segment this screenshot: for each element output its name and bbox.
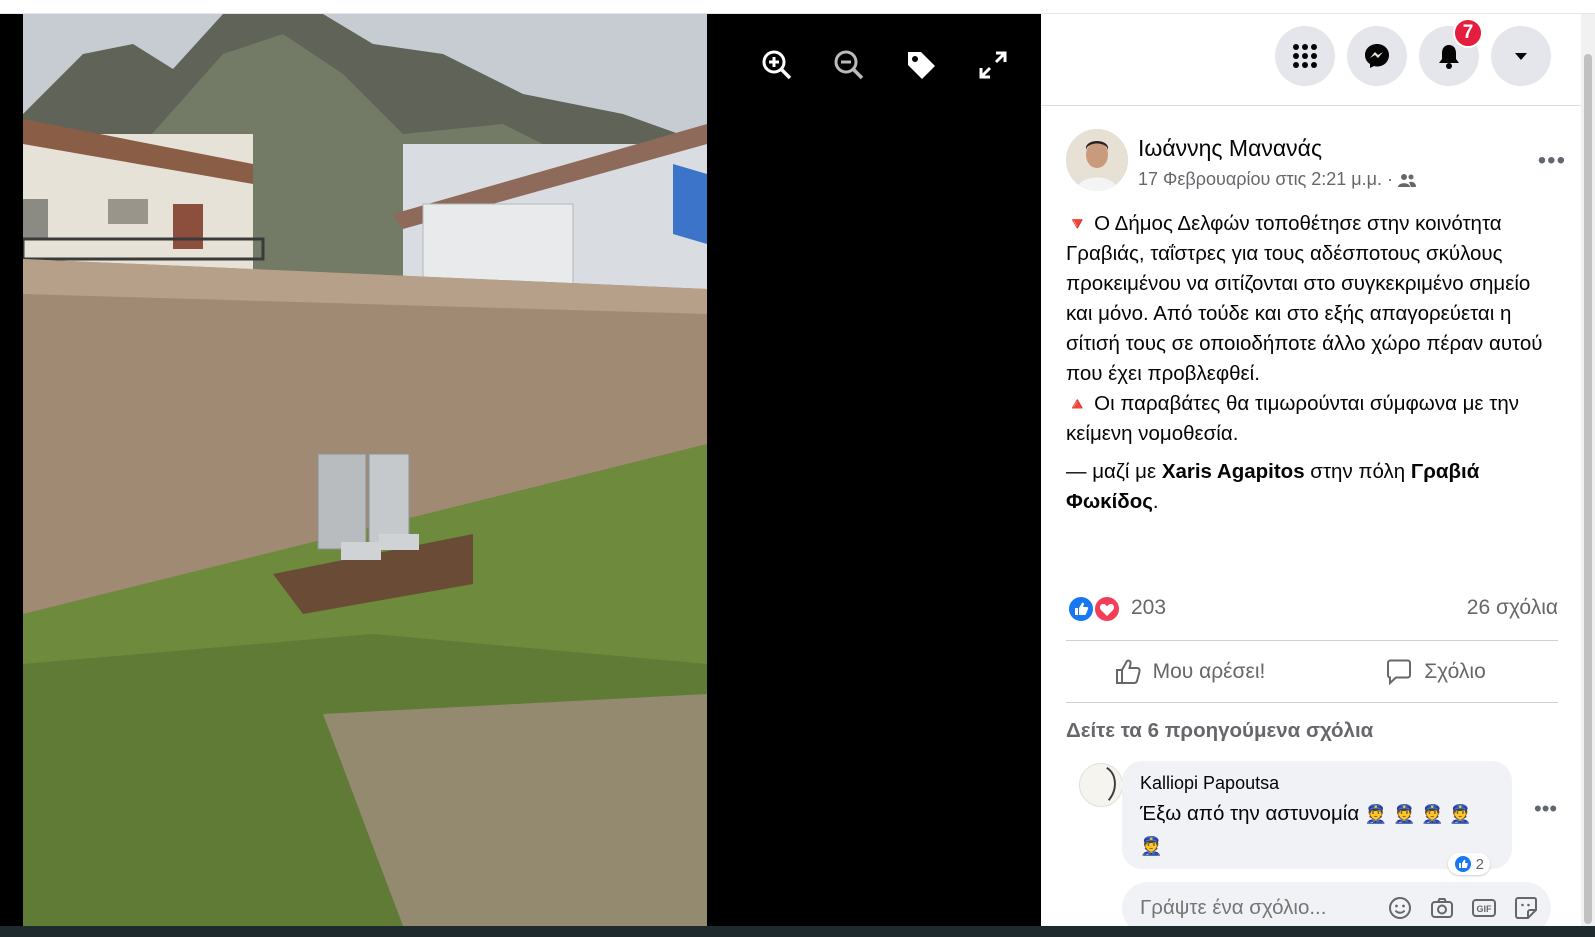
post-body: 🔻 Ο Δήμος Δελφών τοποθέτησε στην κοινότη…: [1066, 209, 1551, 517]
reaction-icons[interactable]: [1066, 594, 1126, 624]
post-actions: Μου αρέσει! Σχόλιο: [1066, 640, 1558, 703]
post-timestamp[interactable]: 17 Φεβρουαρίου στις 2:21 μ.μ. ·: [1138, 169, 1393, 190]
post-author[interactable]: Ιωάννης Μανανάς: [1138, 135, 1322, 162]
reaction-count[interactable]: 203: [1131, 596, 1166, 620]
post-meta: 17 Φεβρουαρίου στις 2:21 μ.μ. ·: [1138, 169, 1417, 190]
police-emoji: 👮: [1140, 836, 1163, 856]
caret-down-icon: [1515, 53, 1527, 60]
post-photo[interactable]: [23, 14, 707, 926]
post-panel: 7 Ιωάννης Μανανάς 17 Φεβρουαρίου στις 2:…: [1041, 14, 1581, 934]
tag-photo-button[interactable]: [904, 48, 938, 82]
browser-top-strip: [0, 0, 1595, 14]
comment-label: Σχόλιο: [1424, 659, 1486, 683]
zoom-in-icon: [762, 50, 792, 80]
photo-illustration: [23, 14, 707, 926]
comment-button[interactable]: Σχόλιο: [1312, 641, 1558, 702]
police-emoji: 👮: [1364, 804, 1388, 824]
photo-viewer: [0, 14, 1041, 926]
menu-button[interactable]: [1275, 26, 1335, 86]
comment-like-count: 2: [1475, 855, 1484, 873]
svg-text:GIF: GIF: [1477, 904, 1493, 914]
messenger-icon: [1365, 44, 1389, 68]
comment-more-button[interactable]: •••: [1534, 796, 1557, 822]
fullscreen-button[interactable]: [976, 48, 1010, 82]
red-triangle-down-icon: 🔻: [1066, 214, 1089, 234]
thumbs-up-icon: [1115, 659, 1141, 684]
sticker-button[interactable]: [1513, 895, 1539, 921]
tag-icon: [908, 52, 935, 79]
messenger-button[interactable]: [1347, 26, 1407, 86]
menu-grid-icon: [1293, 44, 1317, 68]
tagged-person-link[interactable]: Xaris Agapitos: [1162, 460, 1305, 483]
post-more-button[interactable]: •••: [1538, 147, 1566, 175]
emoji-button[interactable]: [1387, 895, 1413, 921]
friends-audience-icon: [1398, 173, 1417, 187]
commenter-avatar[interactable]: [1079, 763, 1123, 807]
like-reaction-icon: [1454, 856, 1471, 872]
post-paragraph-2: 🔺 Οι παραβάτες θα τιμωρούνται σύμφωνα με…: [1066, 392, 1520, 445]
author-avatar[interactable]: [1066, 129, 1128, 191]
like-label: Μου αρέσει!: [1152, 659, 1266, 683]
comment-bubble-icon: [1387, 659, 1412, 685]
taskbar-strip: [0, 926, 1595, 937]
fullscreen-icon: [979, 51, 1007, 79]
comment-text: Έξω από την αστυνομία 👮 👮 👮 👮 👮: [1140, 798, 1494, 862]
comment-reactions[interactable]: 2: [1447, 853, 1490, 875]
sticker-icon: [1515, 897, 1537, 919]
police-emoji: 👮: [1421, 804, 1444, 824]
author-photo: [1066, 129, 1128, 191]
comment-bubble: Kalliopi Papoutsa Έξω από την αστυνομία …: [1122, 761, 1512, 875]
gif-button[interactable]: GIF: [1471, 895, 1497, 921]
commenter-photo: [1080, 764, 1122, 806]
page-scrollbar[interactable]: [1581, 14, 1595, 926]
zoom-out-icon: [834, 50, 864, 80]
photo-button[interactable]: [1429, 895, 1455, 921]
with-tag-line: — μαζί με Xaris Agapitos στην πόλη Γραβι…: [1066, 460, 1480, 513]
gif-icon: GIF: [1472, 899, 1496, 917]
like-button[interactable]: Μου αρέσει!: [1066, 641, 1312, 702]
reactions-bar: 203 26 σχόλια: [1066, 592, 1558, 628]
police-emoji: 👮: [1393, 804, 1416, 824]
smiley-icon: [1389, 897, 1411, 919]
notifications-button[interactable]: 7: [1419, 18, 1483, 86]
scrollbar-thumb[interactable]: [1584, 54, 1592, 924]
view-previous-comments[interactable]: Δείτε τα 6 προηγούμενα σχόλια: [1066, 719, 1373, 743]
post-paragraph-1: 🔻 Ο Δήμος Δελφών τοποθέτησε στην κοινότη…: [1066, 212, 1543, 385]
notifications-badge: 7: [1453, 18, 1483, 48]
comment-count[interactable]: 26 σχόλια: [1467, 596, 1558, 620]
post-header: Ιωάννης Μανανάς 17 Φεβρουαρίου στις 2:21…: [1066, 129, 1566, 191]
camera-icon: [1431, 898, 1453, 918]
zoom-in-button[interactable]: [760, 48, 794, 82]
top-navigation: 7: [1041, 14, 1581, 106]
zoom-out-button[interactable]: [832, 48, 866, 82]
police-emoji: 👮: [1449, 804, 1472, 824]
account-menu-button[interactable]: [1491, 26, 1551, 86]
comment-author[interactable]: Kalliopi Papoutsa: [1140, 773, 1494, 794]
red-triangle-up-icon: 🔺: [1066, 394, 1089, 414]
